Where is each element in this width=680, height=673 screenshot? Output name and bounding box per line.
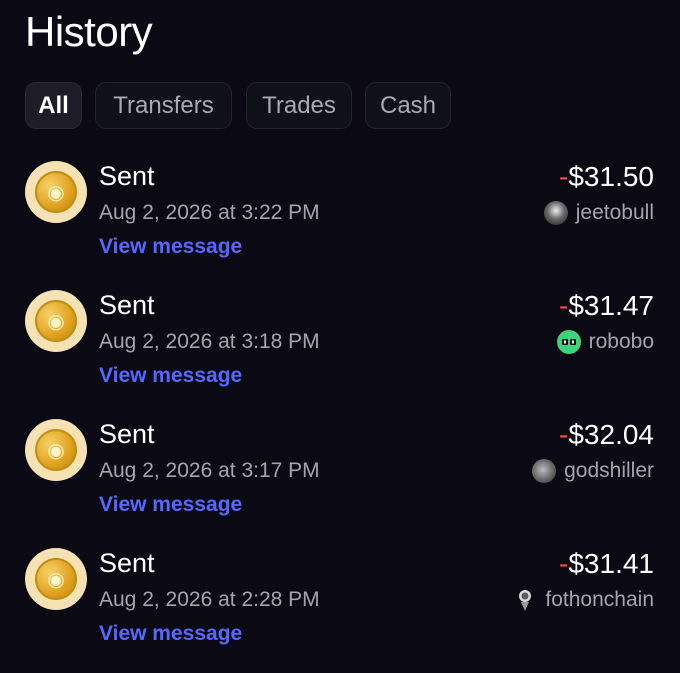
amount-value: $31.41: [568, 548, 654, 579]
tab-all[interactable]: All: [25, 82, 82, 129]
amount-value: $32.04: [568, 419, 654, 450]
recipient-username: fothonchain: [545, 588, 654, 611]
transaction-date: Aug 2, 2026 at 3:17 PM: [99, 459, 320, 482]
amount-value: $31.50: [568, 161, 654, 192]
transaction-amount: -$31.47: [559, 290, 654, 322]
recipient[interactable]: fothonchain: [513, 586, 654, 614]
token-coin-icon: ◉: [25, 290, 87, 352]
token-coin-icon: ◉: [25, 548, 87, 610]
recipient[interactable]: robobo: [556, 328, 654, 356]
avatar-icon: [513, 588, 537, 612]
view-message-link[interactable]: View message: [99, 235, 242, 259]
transaction-row[interactable]: ◉ Sent Aug 2, 2026 at 3:17 PM View messa…: [0, 419, 680, 544]
page-title: History: [25, 8, 153, 55]
view-message-link[interactable]: View message: [99, 493, 242, 517]
tab-trades[interactable]: Trades: [246, 82, 352, 129]
transaction-amount: -$31.41: [559, 548, 654, 580]
amount-sign: -: [559, 161, 569, 192]
recipient[interactable]: godshiller: [532, 457, 654, 485]
amount-sign: -: [559, 290, 569, 321]
token-coin-icon: ◉: [25, 419, 87, 481]
avatar-icon: [543, 201, 568, 225]
transaction-type: Sent: [99, 161, 155, 191]
recipient-username: robobo: [588, 330, 654, 353]
recipient[interactable]: jeetobull: [543, 199, 654, 227]
transaction-date: Aug 2, 2026 at 2:28 PM: [99, 588, 320, 611]
amount-sign: -: [559, 419, 569, 450]
transaction-type: Sent: [99, 419, 155, 449]
transaction-type: Sent: [99, 290, 155, 320]
transaction-row[interactable]: ◉ Sent Aug 2, 2026 at 3:18 PM View messa…: [0, 290, 680, 415]
view-message-link[interactable]: View message: [99, 364, 242, 388]
transaction-date: Aug 2, 2026 at 3:22 PM: [99, 201, 320, 224]
tab-cash[interactable]: Cash: [365, 82, 451, 129]
amount-value: $31.47: [568, 290, 654, 321]
avatar-icon: [556, 330, 581, 354]
transaction-amount: -$31.50: [559, 161, 654, 193]
token-coin-icon: ◉: [25, 161, 87, 223]
avatar-icon: [532, 459, 557, 483]
transaction-row[interactable]: ◉ Sent Aug 2, 2026 at 3:22 PM View messa…: [0, 161, 680, 286]
transaction-type: Sent: [99, 548, 155, 578]
recipient-username: godshiller: [564, 459, 654, 482]
amount-sign: -: [559, 548, 569, 579]
recipient-username: jeetobull: [575, 201, 654, 224]
transaction-amount: -$32.04: [559, 419, 654, 451]
view-message-link[interactable]: View message: [99, 622, 242, 646]
transaction-row[interactable]: ◉ Sent Aug 2, 2026 at 2:28 PM View messa…: [0, 548, 680, 673]
transaction-date: Aug 2, 2026 at 3:18 PM: [99, 330, 320, 353]
tab-transfers[interactable]: Transfers: [95, 82, 232, 129]
